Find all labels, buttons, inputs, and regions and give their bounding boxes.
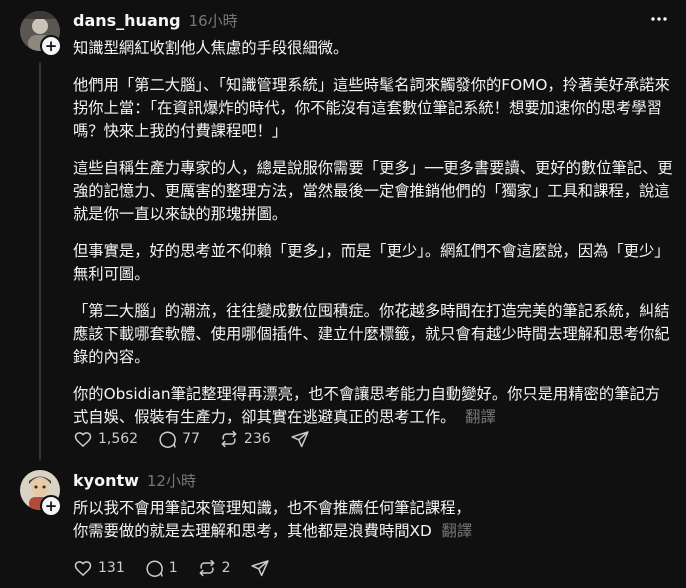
username[interactable]: kyontw [73,471,139,490]
comment-icon [159,431,176,448]
like-count: 131 [98,560,125,576]
translate-link[interactable]: 翻譯 [465,408,496,426]
share-button[interactable] [290,429,310,449]
repost-icon [221,430,237,448]
post-paragraph: 所以我不會用筆記來管理知識，也不會推薦任何筆記課程， [73,499,471,517]
comment-icon [146,560,163,577]
share-button[interactable] [250,558,270,578]
timestamp: 16小時 [188,12,238,30]
translate-link[interactable]: 翻譯 [442,522,473,540]
heart-icon [74,561,92,577]
post-paragraph: 你需要做的就是去理解和思考，其他都是浪費時間XD [73,522,432,540]
post-paragraph-last: 你需要做的就是去理解和思考，其他都是浪費時間XD 翻譯 [73,520,673,543]
thread-line [39,62,41,460]
post-body: 知識型網紅收割他人焦慮的手段很細微。 他們用「第二大腦」、「知識管理系統」這些時… [73,37,673,429]
action-bar: 131 1 2 [73,558,289,578]
comment-count: 1 [168,560,178,576]
repost-icon [199,559,215,577]
like-button[interactable]: 131 [73,558,125,578]
comment-button[interactable]: 1 [144,558,178,578]
repost-count: 236 [243,431,271,447]
action-bar: 1,562 77 236 [73,429,329,449]
post-paragraph: 你的Obsidian筆記整理得再漂亮，也不會讓思考能力自動變好。你只是用精密的筆… [73,385,661,426]
comment-count: 77 [182,431,200,447]
post-header: kyontw 12小時 [73,470,196,491]
post-paragraph: 他們用「第二大腦」、「知識管理系統」這些時髦名詞來觸發你的FOMO，拎著美好承諾… [73,76,670,140]
more-icon[interactable] [649,9,669,34]
like-count: 1,562 [98,431,139,447]
comment-button[interactable]: 77 [157,429,200,449]
share-icon [250,560,269,577]
username[interactable]: dans_huang [73,11,181,30]
post-paragraph-last: 你的Obsidian筆記整理得再漂亮，也不會讓思考能力自動變好。你只是用精密的筆… [73,383,673,429]
follow-plus-icon[interactable]: + [40,35,62,57]
timestamp: 12小時 [146,472,196,490]
heart-icon [74,432,92,448]
post-paragraph: 「第二大腦」的潮流，往往變成數位囤積症。你花越多時間在打造完美的筆記系統，糾結應… [73,302,670,366]
share-icon [290,431,309,448]
post-header: dans_huang 16小時 [73,10,238,31]
like-button[interactable]: 1,562 [73,429,138,449]
thread-post-main: + dans_huang 16小時 知識型網紅收割他人焦慮的手段很細微。 他們用… [0,0,686,460]
post-paragraph: 但事實是，好的思考並不仰賴「更多」，而是「更少」。網紅們不會這麼說，因為「更少」… [73,242,670,283]
post-paragraph: 這些自稱生產力專家的人，總是說服你需要「更多」──更多書要讀、更好的數位筆記、更… [73,159,673,223]
post-paragraph: 知識型網紅收割他人焦慮的手段很細微。 [73,39,349,57]
post-body: 所以我不會用筆記來管理知識，也不會推薦任何筆記課程， 你需要做的就是去理解和思考… [73,497,673,543]
thread-post-reply: + kyontw 12小時 所以我不會用筆記來管理知識，也不會推薦任何筆記課程，… [0,460,686,588]
repost-button[interactable]: 236 [219,429,271,449]
repost-count: 2 [221,560,231,576]
follow-plus-icon[interactable]: + [40,495,62,517]
repost-button[interactable]: 2 [197,558,231,578]
